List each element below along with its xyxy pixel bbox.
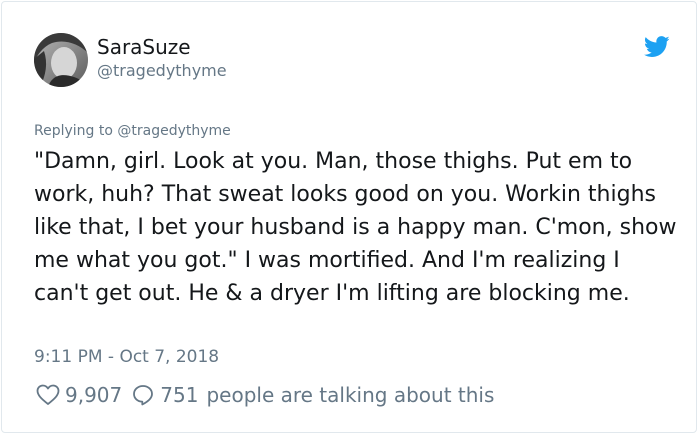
speech-bubble-icon[interactable] xyxy=(132,384,154,406)
heart-icon[interactable] xyxy=(36,384,60,406)
tweet-card: SaraSuze @tragedythyme Replying to @trag… xyxy=(1,1,697,433)
author-handle[interactable]: @tragedythyme xyxy=(97,61,227,80)
reply-context[interactable]: Replying to @tragedythyme xyxy=(34,123,231,139)
tweet-text: "Damn, girl. Look at you. Man, those thi… xyxy=(34,149,677,306)
talking-label[interactable]: people are talking about this xyxy=(206,383,494,407)
avatar[interactable] xyxy=(34,33,88,87)
tweet-stats: 9,907 751 people are talking about this xyxy=(36,380,494,410)
tweet-timestamp[interactable]: 9:11 PM - Oct 7, 2018 xyxy=(34,347,219,367)
talking-count[interactable]: 751 xyxy=(160,383,198,407)
like-count[interactable]: 9,907 xyxy=(65,383,122,407)
author-display-name[interactable]: SaraSuze xyxy=(97,35,191,59)
twitter-bird-icon[interactable] xyxy=(643,36,670,58)
